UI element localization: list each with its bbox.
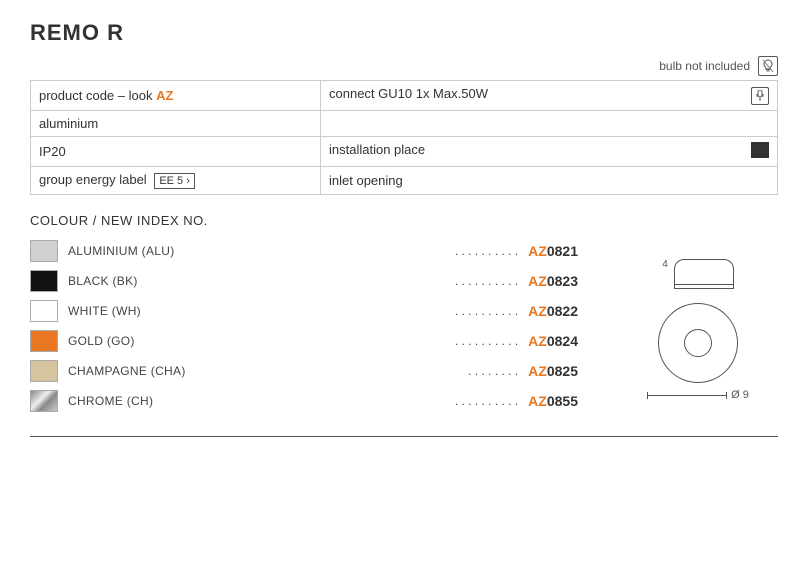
spec-right-2 — [321, 111, 778, 137]
diameter-dim: Ø 9 — [647, 389, 749, 401]
spec-table: product code – look AZ connect GU10 1x M… — [30, 80, 778, 195]
colour-code-number: 0855 — [547, 393, 578, 409]
page-title: REMO R — [30, 20, 778, 46]
colour-grid: ALUMINIUM (ALU) . . . . . . . . . . AZ08… — [30, 240, 778, 420]
colour-code-number: 0825 — [547, 363, 578, 379]
bulb-note-text: bulb not included — [659, 59, 750, 73]
energy-label-text: group energy label — [39, 172, 150, 187]
colour-name: ALUMINIUM (ALU) — [68, 244, 445, 258]
colour-dots: . . . . . . . . . . — [455, 244, 518, 258]
colour-swatch-white — [30, 300, 58, 322]
colour-code-prefix: AZ — [528, 273, 547, 289]
colour-code-number: 0822 — [547, 303, 578, 319]
colour-code-prefix: AZ — [528, 363, 547, 379]
diagram-area: 4 Ø 9 — [618, 240, 778, 420]
colour-code-prefix: AZ — [528, 393, 547, 409]
colour-swatch-chrome — [30, 390, 58, 412]
colour-name: GOLD (GO) — [68, 334, 445, 348]
bottom-divider — [30, 436, 778, 437]
colour-row: BLACK (BK) . . . . . . . . . . AZ0823 — [30, 270, 578, 292]
colour-row: ALUMINIUM (ALU) . . . . . . . . . . AZ08… — [30, 240, 578, 262]
inlet-opening-text: inlet opening — [329, 173, 403, 188]
energy-badge: EE 5 › — [154, 173, 195, 189]
colour-code: AZ0823 — [528, 273, 578, 289]
colour-code-number: 0823 — [547, 273, 578, 289]
spec-right-1: connect GU10 1x Max.50W — [321, 81, 778, 111]
spec-left-1: product code – look AZ — [31, 81, 321, 111]
colour-name: WHITE (WH) — [68, 304, 445, 318]
colour-name: BLACK (BK) — [68, 274, 445, 288]
colour-name: CHAMPAGNE (CHA) — [68, 364, 458, 378]
colour-dots: . . . . . . . . . . — [455, 334, 518, 348]
colour-code: AZ0855 — [528, 393, 578, 409]
spec-right-3: installation place — [321, 137, 778, 167]
diameter-line — [647, 395, 727, 396]
top-view-outer-circle — [658, 303, 738, 383]
material-label: aluminium — [39, 116, 98, 131]
colour-dots: . . . . . . . . . . — [455, 274, 518, 288]
installation-icon — [751, 142, 769, 158]
spec-right-4: inlet opening — [321, 167, 778, 195]
spec-left-3: IP20 — [31, 137, 321, 167]
page-container: REMO R bulb not included product code – … — [0, 0, 808, 457]
spec-row-2: aluminium — [31, 111, 778, 137]
connector-icon — [751, 87, 769, 105]
diameter-label: Ø 9 — [731, 389, 749, 401]
connect-spec-text: connect GU10 1x Max.50W — [329, 86, 488, 101]
colour-dots: . . . . . . . . . . — [455, 304, 518, 318]
spec-left-2: aluminium — [31, 111, 321, 137]
colour-swatch-champagne — [30, 360, 58, 382]
colour-dots: . . . . . . . . — [468, 364, 518, 378]
spec-row-4: group energy label EE 5 › inlet opening — [31, 167, 778, 195]
colour-code-number: 0824 — [547, 333, 578, 349]
colour-swatch-aluminium — [30, 240, 58, 262]
product-code-label: product code – look — [39, 88, 156, 103]
side-base — [674, 285, 734, 289]
ip-rating: IP20 — [39, 144, 66, 159]
colour-code-prefix: AZ — [528, 333, 547, 349]
bulb-note-row: bulb not included — [30, 56, 778, 76]
side-view-shape — [674, 259, 734, 285]
installation-place-text: installation place — [329, 142, 425, 157]
colour-code-prefix: AZ — [528, 243, 547, 259]
colour-swatch-black — [30, 270, 58, 292]
spec-left-4: group energy label EE 5 › — [31, 167, 321, 195]
colour-code: AZ0824 — [528, 333, 578, 349]
product-code-az: AZ — [156, 88, 173, 103]
colour-code-prefix: AZ — [528, 303, 547, 319]
colour-dots: . . . . . . . . . . — [455, 394, 518, 408]
spec-row-3: IP20 installation place — [31, 137, 778, 167]
top-view-inner-circle — [684, 329, 712, 357]
colour-list: ALUMINIUM (ALU) . . . . . . . . . . AZ08… — [30, 240, 578, 420]
spec-row-1: product code – look AZ connect GU10 1x M… — [31, 81, 778, 111]
height-dim-label: 4 — [662, 259, 668, 270]
colour-section-title: COLOUR / NEW INDEX NO. — [30, 213, 778, 228]
colour-code-number: 0821 — [547, 243, 578, 259]
colour-row: GOLD (GO) . . . . . . . . . . AZ0824 — [30, 330, 578, 352]
colour-swatch-gold — [30, 330, 58, 352]
bulb-not-included-icon — [758, 56, 778, 76]
colour-row: WHITE (WH) . . . . . . . . . . AZ0822 — [30, 300, 578, 322]
top-view-container — [658, 303, 738, 383]
colour-name: CHROME (CH) — [68, 394, 445, 408]
colour-row: CHAMPAGNE (CHA) . . . . . . . . AZ0825 — [30, 360, 578, 382]
diagram-side-view: 4 — [662, 259, 734, 289]
colour-code: AZ0822 — [528, 303, 578, 319]
colour-code: AZ0821 — [528, 243, 578, 259]
colour-code: AZ0825 — [528, 363, 578, 379]
colour-row: CHROME (CH) . . . . . . . . . . AZ0855 — [30, 390, 578, 412]
